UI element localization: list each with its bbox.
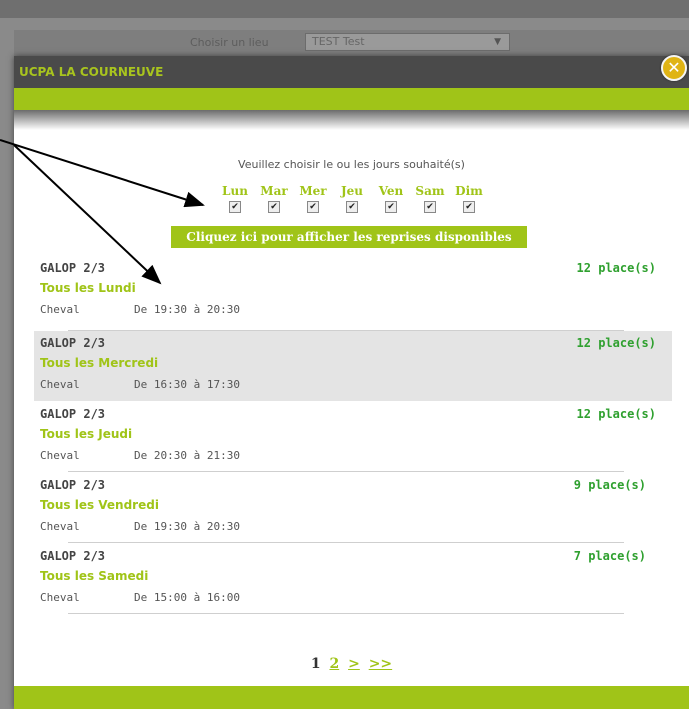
background-filter-label: Choisir un lieu [190, 36, 269, 49]
pagination: 1 2 > >> [14, 656, 689, 672]
session-level: GALOP 2/3 [40, 407, 106, 421]
background-topbar [0, 0, 689, 18]
session-type: Cheval [40, 303, 80, 316]
pagination-current: 1 [310, 656, 321, 672]
session-level: GALOP 2/3 [40, 261, 106, 275]
day-label: Mer [299, 184, 327, 198]
background-select-value: TEST Test [312, 35, 365, 48]
session-type: Cheval [40, 520, 80, 533]
day-checkbox-mar[interactable]: ✔ [268, 201, 280, 213]
day-option-dim[interactable]: Dim ✔ [453, 184, 485, 213]
session-type: Cheval [40, 449, 80, 462]
day-option-ven[interactable]: Ven ✔ [375, 184, 407, 213]
day-option-jeu[interactable]: Jeu ✔ [336, 184, 368, 213]
day-selector: Lun ✔ Mar ✔ Mer ✔ Jeu ✔ Ven ✔ Sam ✔ Dim … [219, 184, 489, 218]
pagination-next[interactable]: > [348, 656, 360, 672]
day-label: Jeu [340, 184, 364, 198]
session-row[interactable]: GALOP 2/3 9 place(s) Tous les Vendredi C… [34, 473, 672, 543]
day-option-sam[interactable]: Sam ✔ [414, 184, 446, 213]
session-places: 9 place(s) [573, 478, 646, 492]
session-row[interactable]: GALOP 2/3 12 place(s) Tous les Lundi Che… [34, 256, 672, 326]
pagination-last[interactable]: >> [369, 656, 392, 672]
session-places: 12 place(s) [576, 336, 656, 350]
session-type: Cheval [40, 378, 80, 391]
session-day: Tous les Mercredi [40, 356, 159, 370]
session-level: GALOP 2/3 [40, 478, 106, 492]
show-sessions-button[interactable]: Cliquez ici pour afficher les reprises d… [171, 226, 527, 248]
day-label: Sam [415, 184, 445, 198]
day-label: Dim [455, 184, 483, 198]
day-checkbox-lun[interactable]: ✔ [229, 201, 241, 213]
session-time: De 19:30 à 20:30 [134, 303, 240, 316]
session-day: Tous les Samedi [40, 569, 149, 583]
day-label: Lun [222, 184, 248, 198]
session-time: De 19:30 à 20:30 [134, 520, 240, 533]
session-row-selected[interactable]: GALOP 2/3 12 place(s) Tous les Mercredi … [34, 331, 672, 401]
chevron-down-icon: ▼ [494, 37, 501, 47]
day-checkbox-ven[interactable]: ✔ [385, 201, 397, 213]
session-places: 7 place(s) [573, 549, 646, 563]
session-day: Tous les Lundi [40, 281, 136, 295]
session-row[interactable]: GALOP 2/3 12 place(s) Tous les Jeudi Che… [34, 402, 672, 472]
row-divider [68, 613, 624, 614]
row-divider [68, 471, 624, 472]
close-icon[interactable]: ✕ [661, 55, 687, 81]
choose-days-label: Veuillez choisir le ou les jours souhait… [238, 158, 465, 171]
modal-footer-bar [14, 686, 689, 709]
day-checkbox-mer[interactable]: ✔ [307, 201, 319, 213]
session-day: Tous les Jeudi [40, 427, 133, 441]
session-time: De 16:30 à 17:30 [134, 378, 240, 391]
day-option-lun[interactable]: Lun ✔ [219, 184, 251, 213]
schedule-modal: UCPA LA COURNEUVE Veuillez choisir le ou… [14, 56, 689, 709]
session-places: 12 place(s) [576, 261, 656, 275]
session-row[interactable]: GALOP 2/3 7 place(s) Tous les Samedi Che… [34, 544, 672, 614]
session-time: De 20:30 à 21:30 [134, 449, 240, 462]
background-location-select: TEST Test ▼ [305, 33, 510, 51]
day-checkbox-dim[interactable]: ✔ [463, 201, 475, 213]
day-label: Ven [378, 184, 404, 198]
session-type: Cheval [40, 591, 80, 604]
session-places: 12 place(s) [576, 407, 656, 421]
session-level: GALOP 2/3 [40, 336, 106, 350]
day-checkbox-sam[interactable]: ✔ [424, 201, 436, 213]
modal-title: UCPA LA COURNEUVE [14, 56, 689, 88]
day-checkbox-jeu[interactable]: ✔ [346, 201, 358, 213]
row-divider [68, 542, 624, 543]
modal-header-bar [14, 88, 689, 110]
pagination-page-2[interactable]: 2 [329, 656, 339, 672]
day-option-mar[interactable]: Mar ✔ [258, 184, 290, 213]
session-time: De 15:00 à 16:00 [134, 591, 240, 604]
session-day: Tous les Vendredi [40, 498, 159, 512]
modal-header-shadow [14, 110, 689, 130]
day-label: Mar [260, 184, 288, 198]
day-option-mer[interactable]: Mer ✔ [297, 184, 329, 213]
session-level: GALOP 2/3 [40, 549, 106, 563]
